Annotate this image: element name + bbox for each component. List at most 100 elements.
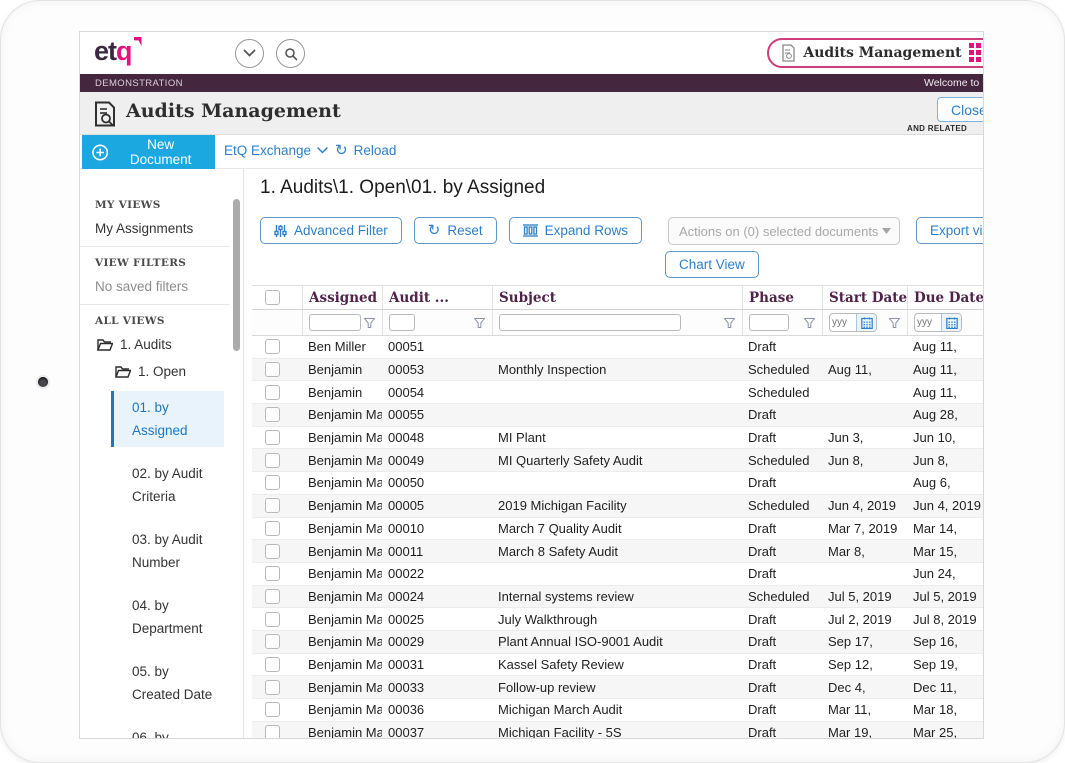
open-folder-icon	[97, 338, 113, 351]
table-row[interactable]: Benjamin Mack 00005 2019 Michigan Facili…	[252, 495, 984, 518]
view-list-item[interactable]: 06. by Participant Name	[114, 721, 224, 739]
view-list-item[interactable]: 01. by Assigned	[111, 391, 224, 447]
close-button[interactable]: Close	[937, 97, 984, 122]
reset-button[interactable]: ↻ Reset	[414, 217, 497, 244]
view-list-item[interactable]: 05. by Created Date	[114, 655, 224, 711]
audit-number-cell: 00024	[382, 589, 492, 604]
filter-funnel-icon[interactable]	[889, 318, 900, 328]
start-date-filter-input[interactable]	[830, 317, 856, 328]
table-row[interactable]: Benjamin Mack 00055 Draft Aug 28,	[252, 404, 984, 427]
row-checkbox[interactable]	[265, 362, 280, 377]
filter-funnel-icon[interactable]	[724, 318, 735, 328]
start-date-cell: Mar 8,	[822, 544, 907, 559]
chart-view-button[interactable]: Chart View	[665, 251, 759, 278]
row-checkbox[interactable]	[265, 498, 280, 513]
row-checkbox[interactable]	[265, 657, 280, 672]
table-row[interactable]: Benjamin 00053 Monthly Inspection Schedu…	[252, 359, 984, 382]
row-checkbox[interactable]	[265, 453, 280, 468]
export-view-button[interactable]: Export view	[916, 217, 984, 244]
assigned-filter-input[interactable]	[309, 314, 361, 331]
start-date-filter-group	[829, 313, 877, 332]
column-header-due-date[interactable]: Due Date	[907, 286, 984, 309]
subject-cell: March 8 Safety Audit	[492, 544, 742, 559]
row-checkbox[interactable]	[265, 430, 280, 445]
folder-open[interactable]: 1. Open	[115, 364, 230, 379]
table-row[interactable]: Benjamin Mack 00024 Internal systems rev…	[252, 586, 984, 609]
table-row[interactable]: Ben Miller 00051 Draft Aug 11,	[252, 336, 984, 359]
search-button[interactable]	[276, 39, 305, 68]
folder-audits[interactable]: 1. Audits	[97, 337, 230, 352]
column-header-subject[interactable]: Subject	[492, 286, 742, 309]
reset-icon: ↻	[428, 223, 441, 238]
table-row[interactable]: Benjamin Mack 00033 Follow-up review Dra…	[252, 676, 984, 699]
row-checkbox[interactable]	[265, 544, 280, 559]
apps-grid-icon[interactable]	[969, 43, 984, 63]
row-checkbox[interactable]	[265, 475, 280, 490]
new-document-button[interactable]: New Document	[82, 135, 215, 169]
view-list-item[interactable]: 03. by Audit Number	[114, 523, 224, 579]
row-checkbox-cell	[252, 407, 302, 422]
row-checkbox[interactable]	[265, 702, 280, 717]
row-checkbox[interactable]	[265, 566, 280, 581]
scrollbar-thumb[interactable]	[233, 199, 240, 351]
bulk-actions-dropdown[interactable]: Actions on (0) selected documents	[668, 217, 900, 245]
column-header-start-date[interactable]: Start Date	[822, 286, 907, 309]
row-checkbox[interactable]	[265, 725, 280, 739]
table-row[interactable]: Benjamin Mack 00031 Kassel Safety Review…	[252, 654, 984, 677]
row-checkbox[interactable]	[265, 589, 280, 604]
table-row[interactable]: Benjamin Mack 00010 March 7 Quality Audi…	[252, 518, 984, 541]
table-row[interactable]: Benjamin Mack 00029 Plant Annual ISO-900…	[252, 631, 984, 654]
row-checkbox[interactable]	[265, 339, 280, 354]
phase-filter-input[interactable]	[749, 314, 789, 331]
etq-exchange-menu[interactable]: EtQ Exchange	[224, 143, 328, 158]
due-date-filter-input[interactable]	[915, 317, 941, 328]
due-date-cell: Mar 18,	[907, 702, 984, 717]
table-row[interactable]: Benjamin Mack 00025 July Walkthrough Dra…	[252, 608, 984, 631]
table-row[interactable]: Benjamin Mack 00022 Draft Jun 24,	[252, 563, 984, 586]
sidebar-scrollbar[interactable]	[230, 169, 244, 739]
audit-number-cell: 00029	[382, 634, 492, 649]
row-checkbox[interactable]	[265, 385, 280, 400]
expand-rows-button[interactable]: Expand Rows	[509, 217, 642, 244]
audit-number-cell: 00037	[382, 725, 492, 739]
column-header-phase[interactable]: Phase	[742, 286, 822, 309]
subject-filter-input[interactable]	[499, 314, 681, 331]
column-header-assigned[interactable]: Assigned↑	[302, 286, 382, 309]
reset-label: Reset	[447, 223, 482, 238]
row-checkbox[interactable]	[265, 634, 280, 649]
assigned-cell: Benjamin Mack	[302, 453, 382, 468]
filter-funnel-icon[interactable]	[804, 318, 815, 328]
row-checkbox[interactable]	[265, 680, 280, 695]
reload-button[interactable]: ↻ Reload	[335, 143, 396, 158]
sidebar-item-my-assignments[interactable]: My Assignments	[95, 221, 230, 236]
row-checkbox[interactable]	[265, 407, 280, 422]
filter-funnel-icon[interactable]	[474, 318, 485, 328]
table-row[interactable]: Benjamin Mack 00036 Michigan March Audit…	[252, 699, 984, 722]
table-row[interactable]: Benjamin Mack 00050 Draft Aug 6,	[252, 472, 984, 495]
table-row[interactable]: Benjamin 00054 Scheduled Aug 11,	[252, 381, 984, 404]
table-row[interactable]: Benjamin Mack 00037 Michigan Facility - …	[252, 722, 984, 739]
table-row[interactable]: Benjamin Mack 00011 March 8 Safety Audit…	[252, 540, 984, 563]
row-checkbox[interactable]	[265, 521, 280, 536]
audit-header-label: Audit ...	[389, 290, 449, 306]
select-all-checkbox[interactable]	[265, 290, 280, 305]
chart-view-label: Chart View	[679, 257, 745, 272]
phase-cell: Draft	[742, 612, 822, 627]
view-list-item[interactable]: 04. by Department	[114, 589, 224, 645]
table-row[interactable]: Benjamin Mack 00049 MI Quarterly Safety …	[252, 449, 984, 472]
assigned-cell: Ben Miller	[302, 339, 382, 354]
start-date-calendar-button[interactable]	[856, 313, 876, 332]
audit-number-cell: 00005	[382, 498, 492, 513]
table-row[interactable]: Benjamin Mack 00048 MI Plant Draft Jun 3…	[252, 427, 984, 450]
sidebar-divider	[80, 304, 230, 305]
start-date-cell: Jun 3,	[822, 430, 907, 445]
advanced-filter-button[interactable]: Advanced Filter	[260, 217, 402, 244]
filter-funnel-icon[interactable]	[364, 318, 375, 328]
menu-chevron-button[interactable]	[235, 39, 264, 68]
audit-filter-input[interactable]	[389, 314, 415, 331]
column-header-audit[interactable]: Audit ...	[382, 286, 492, 309]
app-switcher-pill[interactable]: Audits Management	[767, 38, 984, 68]
view-list-item[interactable]: 02. by Audit Criteria	[114, 457, 224, 513]
due-date-calendar-button[interactable]	[941, 313, 961, 332]
row-checkbox[interactable]	[265, 612, 280, 627]
